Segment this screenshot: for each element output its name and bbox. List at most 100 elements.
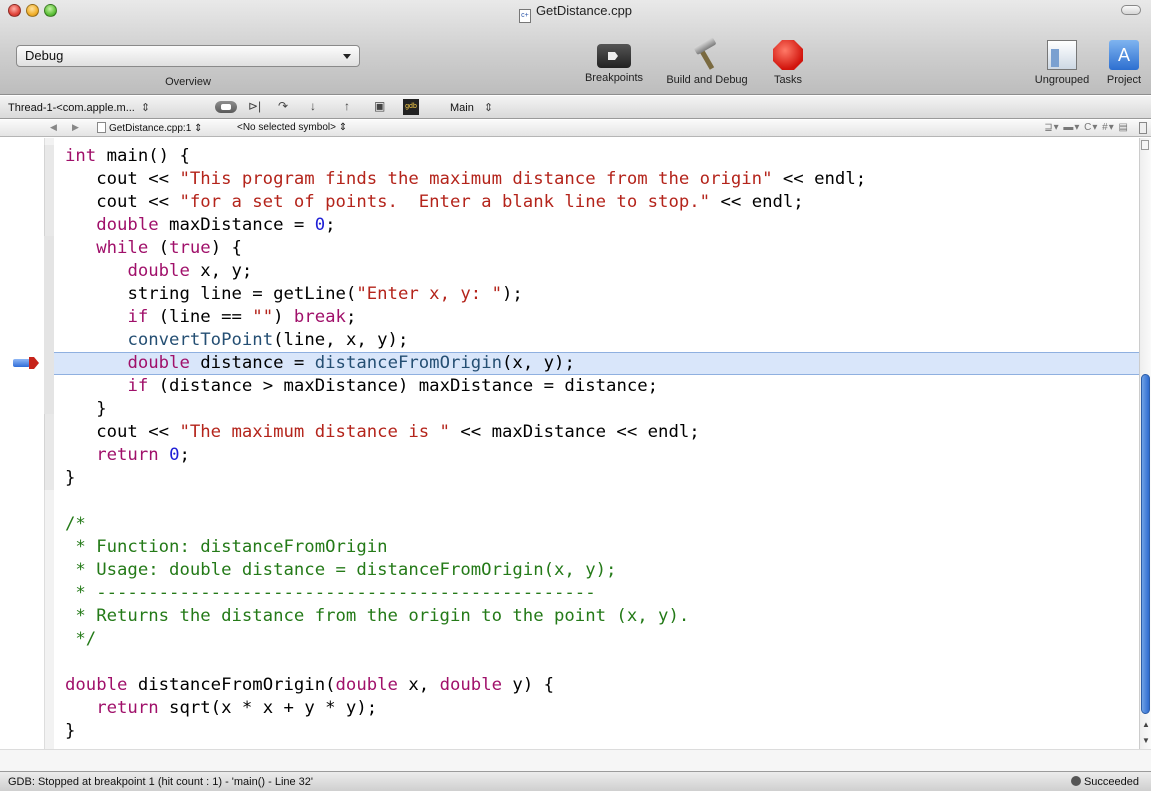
code-line[interactable]: cout << "This program finds the maximum … <box>54 168 1139 191</box>
split-view-handle[interactable] <box>1141 140 1149 150</box>
number-literal: 0 <box>169 445 180 465</box>
keyword: double <box>127 353 190 373</box>
window-title-text: GetDistance.cpp <box>535 3 633 18</box>
code-text: (x, y); <box>502 353 575 373</box>
file-history-popup[interactable]: GetDistance.cpp:1 ⇕ <box>97 122 202 134</box>
vertical-scrollbar[interactable] <box>1139 138 1151 749</box>
keyword: break <box>293 307 346 327</box>
editor-gutter[interactable] <box>0 138 44 749</box>
breakpoints-toggle[interactable] <box>215 101 237 113</box>
code-line[interactable]: } <box>54 467 1139 490</box>
current-line[interactable]: double distance = distanceFromOrigin(x, … <box>54 352 1139 375</box>
project-button[interactable]: A Project <box>1100 40 1148 86</box>
code-text: main() { <box>96 146 190 166</box>
code-text: << maxDistance << endl; <box>449 422 700 442</box>
window-toolbar: c+ GetDistance.cpp Debug Overview Breakpo… <box>0 0 1151 95</box>
keyword: true <box>169 238 211 258</box>
active-configuration-popup[interactable]: Debug <box>16 45 360 67</box>
code-line[interactable]: while (true) { <box>54 237 1139 260</box>
breakpoints-label: Breakpoints <box>584 72 644 84</box>
code-line[interactable]: int main() { <box>54 145 1139 168</box>
step-out-button[interactable]: ↑ <box>344 99 350 113</box>
code-text: << endl; <box>772 169 867 189</box>
keyword: int <box>65 146 97 166</box>
code-text: x, <box>397 675 440 695</box>
editor-bottom-area <box>0 749 1151 771</box>
code-text: cout << <box>96 192 180 212</box>
stop-icon <box>773 40 803 70</box>
code-line[interactable]: /* <box>54 513 1139 536</box>
code-line[interactable]: return 0; <box>54 444 1139 467</box>
code-line[interactable]: cout << "The maximum distance is " << ma… <box>54 421 1139 444</box>
breakpoints-button[interactable]: Breakpoints <box>576 40 652 84</box>
ungrouped-button[interactable]: Ungrouped <box>1024 40 1100 86</box>
forward-arrow-icon[interactable]: ▶ <box>72 122 79 133</box>
stack-frame-popup[interactable]: Main ⇕ <box>450 101 493 114</box>
code-line[interactable]: if (line == "") break; <box>54 306 1139 329</box>
code-line[interactable]: convertToPoint(line, x, y); <box>54 329 1139 352</box>
continue-button[interactable]: ⊳| <box>248 99 261 113</box>
code-line[interactable]: * Function: distanceFromOrigin <box>54 536 1139 559</box>
scroll-up-arrow-icon[interactable]: ▲ <box>1142 720 1150 729</box>
tasks-button[interactable]: Tasks <box>766 40 810 86</box>
keyword: double <box>127 261 190 281</box>
code-line[interactable]: */ <box>54 628 1139 651</box>
keyword: double <box>65 675 128 695</box>
step-over-button[interactable]: ↷ <box>278 99 288 113</box>
step-into-button[interactable]: ↓ <box>310 99 316 113</box>
status-message: GDB: Stopped at breakpoint 1 (hit count … <box>8 776 314 788</box>
keyword: while <box>96 238 149 258</box>
code-text: ; <box>325 215 336 235</box>
code-line[interactable]: double maxDistance = 0; <box>54 214 1139 237</box>
code-line[interactable]: * Usage: double distance = distanceFromO… <box>54 559 1139 582</box>
scrollbar-thumb[interactable] <box>1141 374 1150 714</box>
string-literal: "for a set of points. Enter a blank line… <box>179 192 711 212</box>
back-arrow-icon[interactable]: ◀ <box>50 122 57 133</box>
code-text: << endl; <box>710 192 804 212</box>
comment: * --------------------------------------… <box>65 583 596 603</box>
code-line[interactable]: double x, y; <box>54 260 1139 283</box>
code-text: distanceFromOrigin( <box>127 675 336 695</box>
code-text: (line, x, y); <box>273 330 409 350</box>
code-line[interactable]: if (distance > maxDistance) maxDistance … <box>54 375 1139 398</box>
editor-tools-icons[interactable]: ⊒▾ ▬▾ C▾ #▾ ▤ <box>1044 122 1129 133</box>
breakpoint-icon <box>597 44 631 68</box>
split-editor-icon[interactable] <box>1139 122 1147 134</box>
code-line[interactable] <box>54 651 1139 674</box>
code-line[interactable]: return sqrt(x * x + y * y); <box>54 697 1139 720</box>
breakpoint-arrow-icon <box>13 359 30 367</box>
code-line[interactable]: cout << "for a set of points. Enter a bl… <box>54 191 1139 214</box>
scroll-down-arrow-icon[interactable]: ▼ <box>1142 736 1150 745</box>
build-and-debug-button[interactable]: Build and Debug <box>655 40 759 86</box>
code-line[interactable]: * --------------------------------------… <box>54 582 1139 605</box>
cpp-file-icon: c+ <box>518 9 531 23</box>
overview-label: Overview <box>165 76 211 88</box>
code-line[interactable]: string line = getLine("Enter x, y: "); <box>54 283 1139 306</box>
thread-popup[interactable]: Thread-1-<com.apple.m... ⇕ <box>8 101 150 114</box>
code-text: } <box>65 468 76 488</box>
symbol-popup[interactable]: <No selected symbol> ⇕ <box>237 122 347 133</box>
build-status[interactable]: Succeeded <box>1070 776 1139 788</box>
code-text: maxDistance = <box>158 215 315 235</box>
toolbar-toggle-button[interactable] <box>1121 5 1141 15</box>
comment: * Usage: double distance = distanceFromO… <box>65 560 617 580</box>
code-editor[interactable]: int main() { cout << "This program finds… <box>54 138 1139 749</box>
code-text: y) { <box>502 675 555 695</box>
keyword: return <box>96 698 159 718</box>
code-line[interactable]: } <box>54 398 1139 421</box>
code-line[interactable] <box>54 490 1139 513</box>
code-line[interactable]: * Returns the distance from the origin t… <box>54 605 1139 628</box>
comment: * Returns the distance from the origin t… <box>65 606 690 626</box>
gdb-console-button[interactable]: gdb <box>403 99 419 115</box>
code-text: (line == <box>148 307 253 327</box>
code-text: (distance > maxDistance) maxDistance = d… <box>148 376 659 396</box>
breakpoint-marker[interactable] <box>13 357 41 369</box>
debugger-window-button[interactable]: ▣ <box>374 99 385 113</box>
project-icon: A <box>1109 40 1139 70</box>
code-line[interactable]: } <box>54 720 1139 743</box>
code-line[interactable]: double distanceFromOrigin(double x, doub… <box>54 674 1139 697</box>
